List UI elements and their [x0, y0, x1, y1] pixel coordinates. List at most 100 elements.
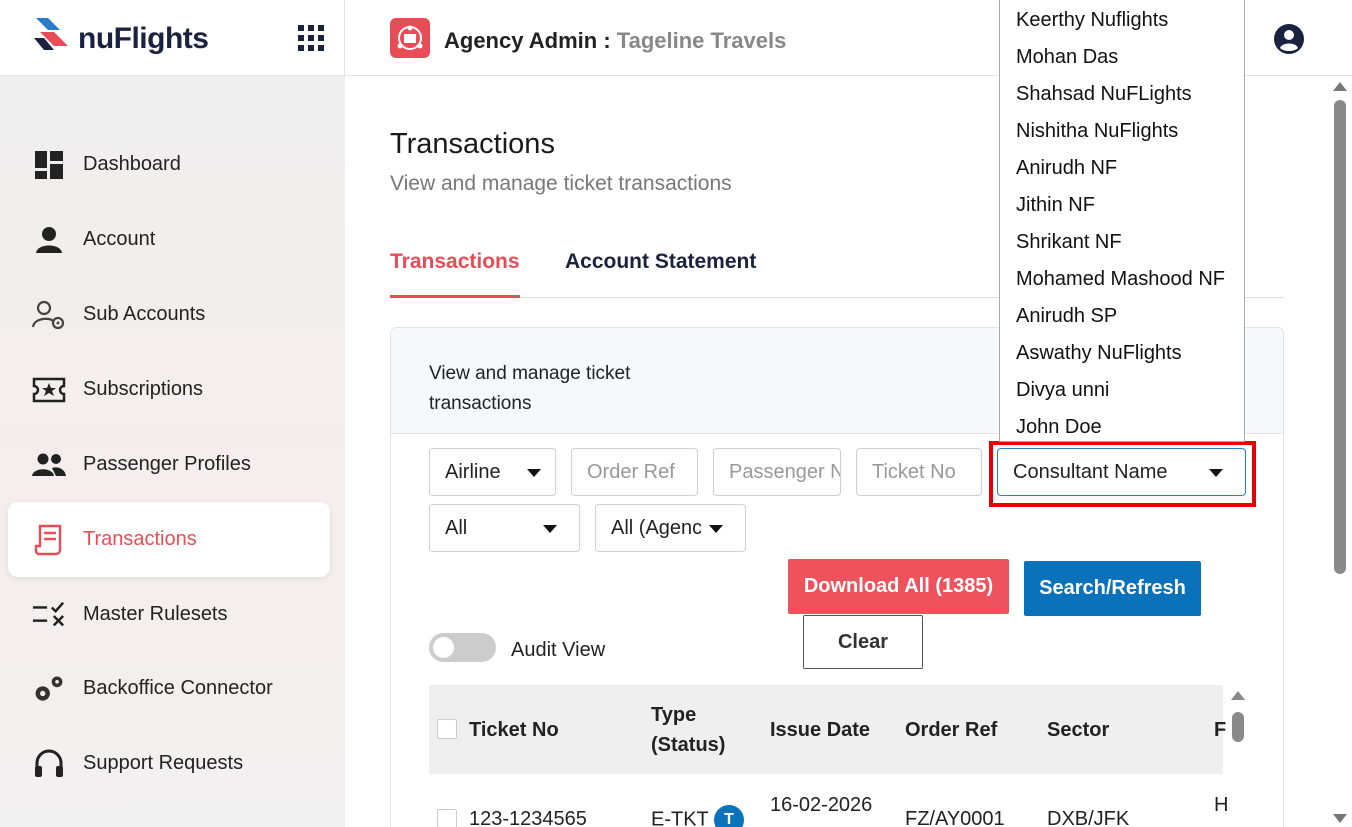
- toggle-knob: [433, 637, 454, 658]
- cell-type-value: E-TKT: [651, 808, 709, 827]
- cell-order-ref[interactable]: FZ/AY0001: [905, 805, 1005, 827]
- sidebar-item-passenger-profiles[interactable]: Passenger Profiles: [8, 427, 330, 502]
- airline-select-value: Airline: [445, 460, 501, 483]
- sidebar-item-label: Passenger Profiles: [83, 453, 251, 475]
- dropdown-option[interactable]: Nishitha NuFlights: [1000, 113, 1244, 150]
- dropdown-option[interactable]: Mohamed Mashood NF: [1000, 261, 1244, 298]
- status-select[interactable]: All: [429, 504, 580, 552]
- passenger-name-input[interactable]: Passenger Name: [713, 448, 841, 496]
- scroll-up-arrow-icon[interactable]: [1333, 82, 1347, 91]
- sidebar-item-account[interactable]: Account: [8, 202, 330, 277]
- status-select-value: All: [445, 516, 468, 539]
- chevron-down-icon: [527, 469, 541, 477]
- dropdown-option[interactable]: John Doe: [1000, 409, 1244, 441]
- tab-account-statement[interactable]: Account Statement: [565, 250, 756, 274]
- agency-title-prefix: Agency Admin :: [444, 28, 611, 53]
- nuflights-logo-icon[interactable]: [34, 16, 74, 54]
- agency-name: Tageline Travels: [616, 28, 787, 53]
- audit-view-toggle[interactable]: [429, 633, 496, 662]
- cell-issue-date: 16-02-2026: [770, 794, 873, 816]
- cell-ticket-no[interactable]: 123-1234565: [469, 805, 587, 827]
- dropdown-option[interactable]: Divya unni: [1000, 372, 1244, 409]
- sidebar-item-backoffice-connector[interactable]: Backoffice Connector: [8, 651, 330, 726]
- transactions-table: Ticket No Type (Status) Issue Date Order…: [429, 685, 1247, 827]
- row-checkbox[interactable]: [437, 809, 457, 827]
- column-header-order-ref[interactable]: Order Ref: [905, 715, 997, 745]
- sidebar-item-subscriptions[interactable]: Subscriptions: [8, 352, 330, 427]
- chevron-down-icon: [543, 525, 557, 533]
- column-header-sector[interactable]: Sector: [1047, 715, 1109, 745]
- cell-sector: DXB/JFK: [1047, 808, 1130, 827]
- ticket-star-icon: [32, 373, 66, 407]
- dashboard-icon: [32, 148, 66, 182]
- search-refresh-button[interactable]: Search/Refresh: [1024, 561, 1201, 616]
- dropdown-option[interactable]: Mohan Das: [1000, 39, 1244, 76]
- sidebar-item-transactions[interactable]: Transactions: [8, 502, 330, 577]
- gears-icon: [32, 672, 66, 706]
- ticket-no-placeholder: Ticket No: [872, 460, 956, 483]
- agency-icon: [390, 18, 430, 58]
- dropdown-option[interactable]: Jithin NF: [1000, 187, 1244, 224]
- column-header-ticket-no[interactable]: Ticket No: [469, 715, 559, 745]
- table-header: Ticket No Type (Status) Issue Date Order…: [429, 685, 1226, 774]
- dropdown-option[interactable]: Shrikant NF: [1000, 224, 1244, 261]
- clear-button[interactable]: Clear: [803, 615, 923, 669]
- download-all-button[interactable]: Download All (1385): [788, 559, 1009, 614]
- consultant-dropdown-list: Keerthy Nuflights Mohan Das Shahsad NuFL…: [999, 0, 1245, 442]
- sidebar-item-label: Transactions: [83, 528, 197, 550]
- user-gear-icon: [32, 298, 66, 332]
- sidebar-item-label: Account: [83, 228, 156, 250]
- scroll-down-arrow-icon[interactable]: [1333, 814, 1347, 823]
- order-ref-input[interactable]: Order Ref: [571, 448, 698, 496]
- sidebar-item-label: Master Rulesets: [83, 603, 228, 625]
- dropdown-option[interactable]: Keerthy Nuflights: [1000, 2, 1244, 39]
- sidebar-item-dashboard[interactable]: Dashboard: [8, 127, 330, 202]
- logo-text[interactable]: nuFlights: [78, 22, 209, 56]
- sidebar-item-label: Dashboard: [83, 153, 181, 175]
- logo-area: nuFlights: [0, 0, 345, 76]
- tab-transactions[interactable]: Transactions: [390, 250, 520, 298]
- person-icon: [32, 223, 66, 257]
- order-ref-placeholder: Order Ref: [587, 460, 675, 483]
- sidebar-item-label: Subscriptions: [83, 378, 204, 400]
- page-subtitle: View and manage ticket transactions: [390, 172, 732, 195]
- passenger-name-placeholder: Passenger Name: [729, 460, 840, 483]
- dropdown-option[interactable]: Aswathy NuFlights: [1000, 335, 1244, 372]
- agency-select[interactable]: All (Agency): [595, 504, 746, 552]
- headset-icon: [32, 747, 66, 781]
- column-header-issue-date[interactable]: Issue Date: [770, 715, 870, 745]
- cell-type: E-TKT T: [651, 805, 744, 827]
- status-badge: T: [713, 805, 744, 827]
- dropdown-option[interactable]: Anirudh NF: [1000, 150, 1244, 187]
- sidebar-item-sub-accounts[interactable]: Sub Accounts: [8, 277, 330, 352]
- checklist-icon: [32, 598, 66, 632]
- table-scrollbar[interactable]: [1230, 685, 1247, 827]
- cell-extra: H: [1214, 794, 1229, 816]
- panel-heading: View and manage ticket transactions: [429, 363, 631, 414]
- agency-select-value: All (Agency): [611, 516, 701, 539]
- sidebar-item-label: Backoffice Connector: [83, 677, 273, 699]
- dropdown-option[interactable]: Anirudh SP: [1000, 298, 1244, 335]
- sidebar-item-support-requests[interactable]: Support Requests: [8, 726, 330, 801]
- scrollbar-thumb[interactable]: [1334, 100, 1346, 574]
- page-title: Transactions: [390, 128, 555, 160]
- scroll-up-arrow-icon[interactable]: [1231, 691, 1245, 700]
- column-header-type-status[interactable]: Type (Status): [651, 700, 741, 760]
- consultant-highlight-box: [989, 441, 1256, 507]
- select-all-checkbox[interactable]: [437, 719, 457, 739]
- scrollbar-thumb[interactable]: [1232, 712, 1244, 742]
- page-scrollbar[interactable]: [1328, 76, 1352, 827]
- airline-select[interactable]: Airline: [429, 448, 556, 496]
- column-header-extra[interactable]: F: [1214, 715, 1226, 745]
- ticket-no-input[interactable]: Ticket No: [856, 448, 982, 496]
- chevron-down-icon: [709, 525, 723, 533]
- agency-title: Agency Admin : Tageline Travels: [444, 28, 786, 54]
- sidebar-item-label: Support Requests: [83, 752, 244, 774]
- people-icon: [32, 448, 66, 482]
- sidebar-item-master-rulesets[interactable]: Master Rulesets: [8, 577, 330, 652]
- user-account-icon[interactable]: [1272, 22, 1306, 56]
- audit-view-label: Audit View: [511, 639, 606, 661]
- sidebar: Dashboard Account Sub Accounts Subscript…: [0, 76, 345, 827]
- apps-grid-icon[interactable]: [298, 25, 324, 51]
- dropdown-option[interactable]: Shahsad NuFLights: [1000, 76, 1244, 113]
